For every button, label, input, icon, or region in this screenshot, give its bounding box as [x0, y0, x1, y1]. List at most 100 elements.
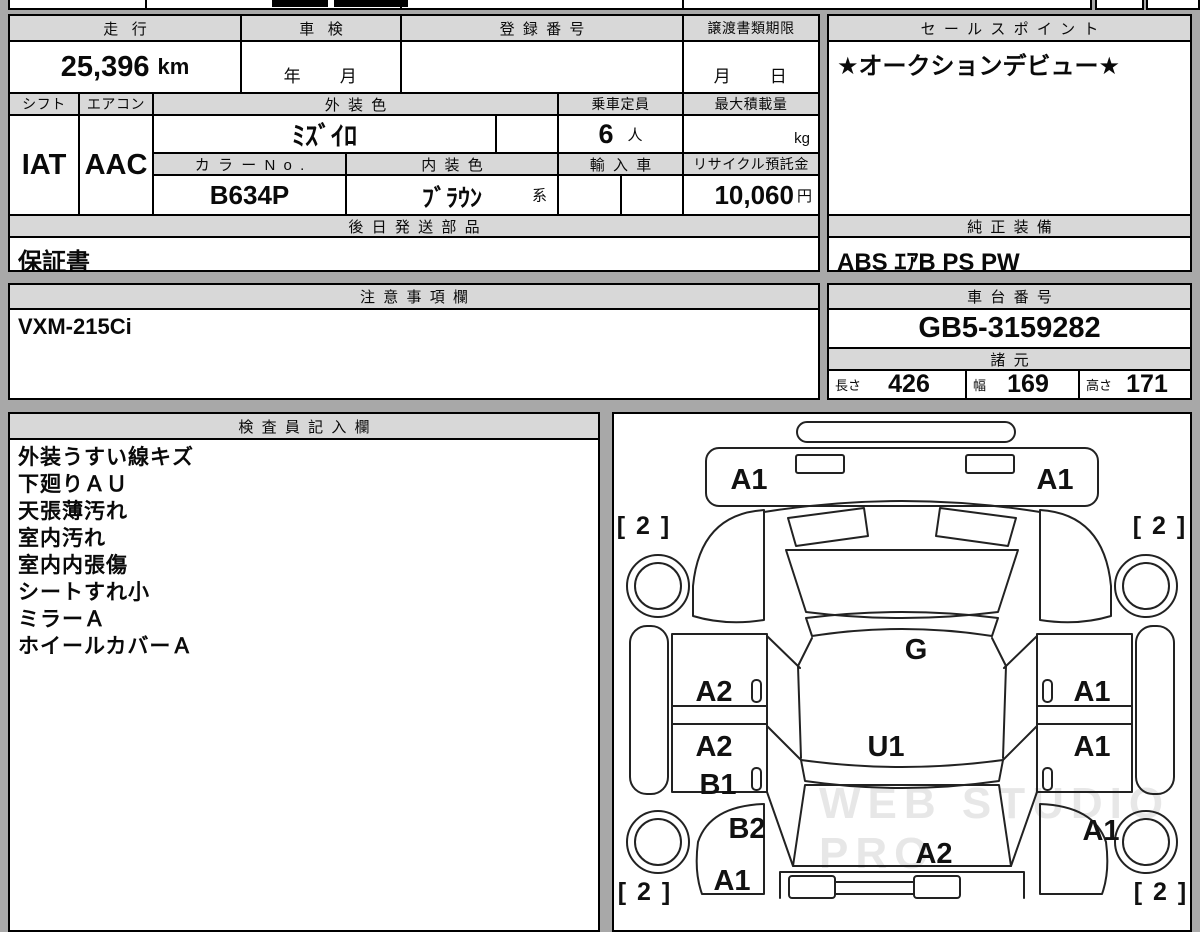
chassis-number-header: 車台番号	[829, 285, 1190, 308]
damage-code-label: A2	[695, 731, 732, 763]
inspector-note: 外装うすい線キズ	[18, 446, 194, 469]
top-cutoff-text-fragment	[272, 0, 328, 7]
tire-depth-label: [ 2 ]	[1133, 512, 1187, 540]
rocker-left	[629, 625, 669, 795]
aircon-header: エアコン	[78, 92, 152, 114]
damage-code-label: A1	[1036, 464, 1073, 496]
interior-color-suffix: 系	[531, 187, 547, 205]
aircon-value: AAC	[78, 114, 152, 214]
transfer-docs-header: 譲渡書類期限	[682, 16, 818, 40]
transfer-docs-value: 月 日	[682, 40, 818, 92]
exterior-color-extra-cell	[495, 114, 557, 152]
spec-height-cell: 高さ 171	[1078, 369, 1190, 398]
fold-lines-right	[1002, 635, 1038, 867]
shift-header: シフト	[10, 92, 78, 114]
chassis-panel: 車台番号 GB5-3159282 諸元 長さ 426 幅 169 高さ 171	[827, 283, 1192, 400]
top-cutoff-cell	[682, 0, 1092, 10]
a-pillars	[797, 637, 1007, 667]
capacity-header: 乗車定員	[557, 92, 682, 114]
front-fender-right	[1039, 509, 1112, 624]
inspector-notes-header: 検査員記入欄	[10, 414, 598, 438]
tire-depth-label: [ 2 ]	[618, 878, 672, 906]
registration-header: 登録番号	[400, 16, 682, 40]
inspector-note: 天張薄汚れ	[18, 500, 128, 523]
top-cutoff-cell	[8, 0, 147, 10]
tire-depth-label: [ 2 ]	[1134, 878, 1188, 906]
inspector-note: 室内内張傷	[18, 554, 128, 577]
top-cutoff-cell	[400, 0, 684, 10]
damage-code-label: G	[905, 634, 928, 666]
grille-left	[795, 454, 845, 474]
interior-color-header: 内装色	[345, 152, 557, 174]
top-cutoff-cell	[1146, 0, 1200, 10]
damage-code-label: A1	[1073, 731, 1110, 763]
import-header: 輸入車	[557, 152, 682, 174]
interior-color-value: ﾌﾞﾗｳﾝ 系	[345, 174, 557, 214]
headlight-left	[787, 507, 869, 547]
hood	[785, 549, 1019, 619]
chassis-number-value: GB5-3159282	[829, 308, 1190, 347]
damage-code-label: A1	[713, 865, 750, 897]
rear-hatch	[792, 784, 1012, 867]
rocker-right	[1135, 625, 1175, 795]
wheel-rear-left	[626, 810, 690, 874]
import-value-cell	[620, 174, 682, 214]
damage-code-label: B2	[728, 813, 765, 845]
max-load-value: kg	[682, 114, 818, 152]
mileage-value: 25,396 km	[10, 40, 240, 92]
shift-value: IAT	[10, 114, 78, 214]
inspector-note: 下廻りＡＵ	[18, 473, 128, 496]
length-value: 426	[888, 370, 930, 398]
caution-notes-header: 注意事項欄	[10, 285, 818, 308]
damage-code-label: A1	[730, 464, 767, 496]
tail-light-left	[788, 875, 836, 899]
capacity-unit: 人	[627, 126, 643, 144]
inspector-notes-list: 外装うすい線キズ 下廻りＡＵ 天張薄汚れ 室内汚れ 室内内張傷 シートすれ小 ミラーＡ ホイー…	[10, 438, 598, 898]
width-value: 169	[1007, 370, 1049, 398]
width-label: 幅	[973, 378, 987, 393]
exterior-color-header: 外装色	[152, 92, 557, 114]
recycle-deposit-value: 10,060 円	[682, 174, 818, 214]
wheel-front-left-inner	[634, 562, 682, 610]
rear-bumper-lines	[834, 881, 915, 895]
exterior-color-value: ﾐｽﾞｲﾛ	[152, 114, 495, 152]
tire-depth-label: [ 2 ]	[617, 512, 671, 540]
specs-header: 諸元	[829, 347, 1190, 369]
damage-labels: A1 A1 [ 2 ] [ 2 ] G A2 A1 A2 U1 A1 B1 B2 A1 A2 A1 [ 2 ]…	[617, 464, 1188, 906]
damage-code-label: A2	[695, 676, 732, 708]
import-value-cell	[557, 174, 620, 214]
length-label: 長さ	[835, 378, 862, 393]
recycle-unit: 円	[796, 187, 812, 205]
recycle-number: 10,060	[714, 179, 794, 210]
max-load-header: 最大積載量	[682, 92, 818, 114]
door-handle	[751, 767, 762, 791]
wheel-front-right	[1114, 554, 1178, 618]
later-parts-header: 後日発送部品	[10, 214, 818, 236]
capacity-value: 6 人	[557, 114, 682, 152]
interior-color-name: ﾌﾞﾗｳﾝ	[422, 184, 482, 212]
wheel-front-right-inner	[1122, 562, 1170, 610]
inspector-note: シートすれ小	[18, 581, 150, 604]
door-handle	[1042, 679, 1053, 703]
caution-notes-panel: 注意事項欄 VXM-215Ci	[8, 283, 820, 400]
b-pillar-right	[1036, 705, 1133, 725]
later-parts-value: 保証書	[10, 236, 818, 270]
wheel-rear-left-inner	[634, 818, 682, 866]
wheel-rear-right-inner	[1122, 818, 1170, 866]
color-no-value: B634P	[152, 174, 345, 214]
top-cutoff-text-fragment	[334, 0, 408, 7]
capacity-number: 6	[598, 118, 614, 149]
spec-width-cell: 幅 169	[965, 369, 1078, 398]
rear-window-band	[800, 759, 1004, 789]
grille-right	[965, 454, 1015, 474]
inspector-notes-panel: 検査員記入欄 外装うすい線キズ 下廻りＡＵ 天張薄汚れ 室内汚れ 室内内張傷 シートすれ小…	[8, 412, 600, 932]
car-diagram-panel: WEB STUDIO PRO A1 A1 [2] [2] G A2 A1…	[612, 412, 1192, 932]
shaken-value: 年 月	[240, 40, 400, 92]
door-handle	[1042, 767, 1053, 791]
registration-value	[400, 40, 682, 92]
shaken-header: 車検	[240, 16, 400, 40]
sales-point-value: ★オークションデビュー★	[829, 40, 1190, 214]
front-fender-left	[692, 509, 765, 624]
damage-code-label: A1	[1082, 815, 1119, 847]
spec-length-cell: 長さ 426	[829, 369, 965, 398]
